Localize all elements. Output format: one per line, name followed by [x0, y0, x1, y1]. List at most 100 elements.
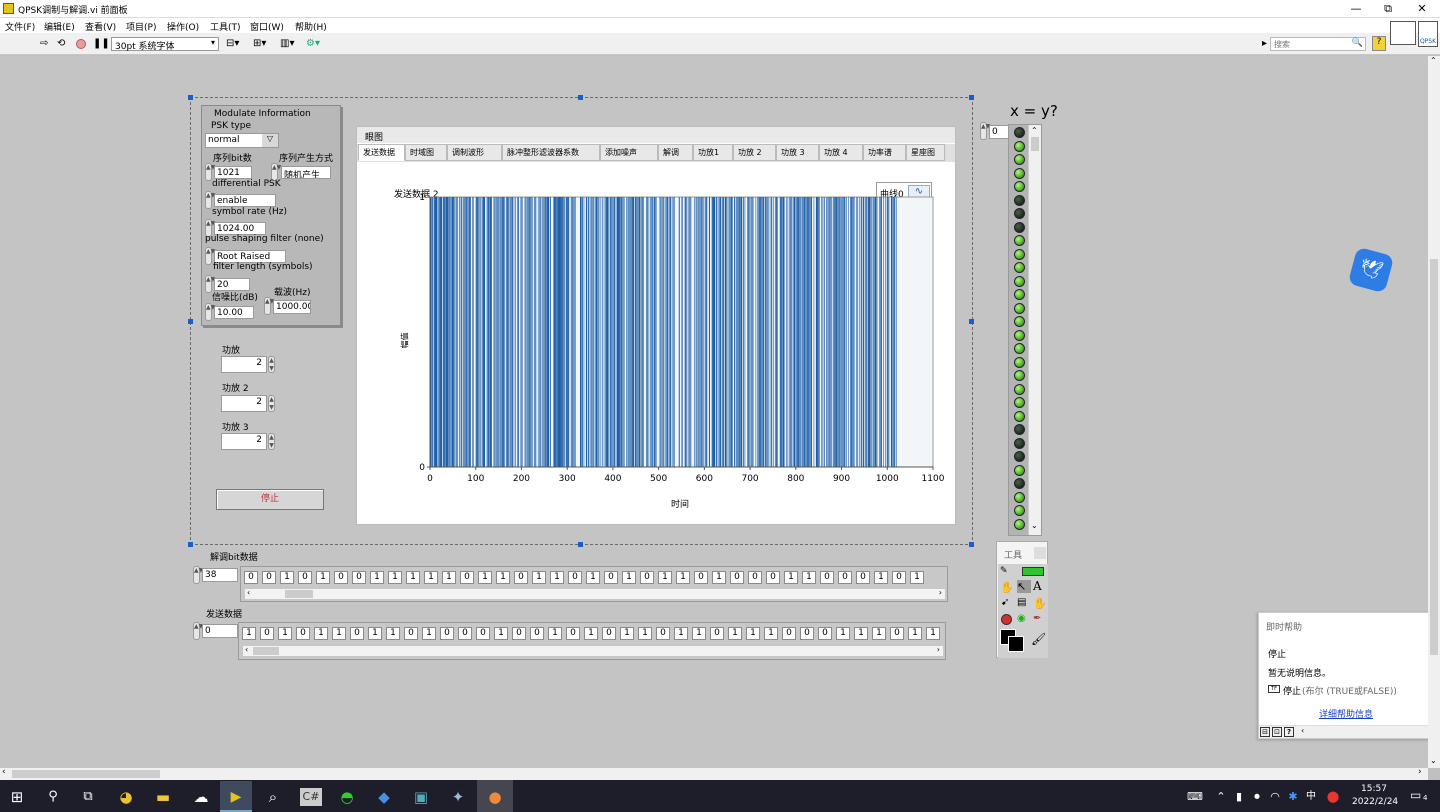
- array-cell[interactable]: 1: [442, 571, 456, 584]
- app-icon-cloud[interactable]: ☁: [190, 788, 212, 806]
- menu-view[interactable]: 查看(V): [85, 20, 116, 33]
- array-cell[interactable]: 1: [874, 571, 888, 584]
- keyboard-icon[interactable]: ⌨: [1184, 788, 1206, 806]
- array-cell[interactable]: 0: [782, 627, 796, 640]
- chevron-left-icon[interactable]: ‹: [2, 767, 6, 777]
- send-index-field[interactable]: 0: [202, 624, 238, 638]
- array-cell[interactable]: 0: [892, 571, 906, 584]
- photos-icon[interactable]: ▣: [410, 788, 432, 806]
- tab-8[interactable]: 功放 3: [776, 144, 819, 161]
- array-cell[interactable]: 0: [800, 627, 814, 640]
- diff-psk-stepper[interactable]: ▲▼: [205, 191, 215, 209]
- csharp-icon[interactable]: C#: [300, 788, 322, 806]
- distribute-objects-icon[interactable]: ⊞▾: [253, 38, 266, 50]
- search-icon[interactable]: ⚲: [42, 788, 64, 806]
- array-cell[interactable]: 1: [424, 571, 438, 584]
- detailed-help-icon[interactable]: ?: [1284, 727, 1294, 737]
- tab-3[interactable]: 脉冲整形滤波器系数: [502, 144, 600, 161]
- search-expand-icon[interactable]: ▸: [1262, 38, 1267, 50]
- array-cell[interactable]: 1: [370, 571, 384, 584]
- amp3-stepper[interactable]: ▲ ▼: [268, 433, 275, 450]
- array-cell[interactable]: 1: [854, 627, 868, 640]
- tab-1[interactable]: 时域图: [405, 144, 447, 161]
- run-arrow-icon[interactable]: ⇨: [40, 38, 48, 50]
- array-cell[interactable]: 1: [802, 571, 816, 584]
- palette-close-button[interactable]: [1034, 547, 1046, 559]
- array-cell[interactable]: 0: [766, 571, 780, 584]
- array-cell[interactable]: 1: [242, 627, 256, 640]
- menu-project[interactable]: 项目(P): [126, 20, 156, 33]
- selection-handle[interactable]: [188, 95, 193, 100]
- scroll-thumb[interactable]: [12, 770, 160, 778]
- amp2-stepper[interactable]: ▲ ▼: [268, 395, 275, 412]
- array-cell[interactable]: 1: [622, 571, 636, 584]
- chevron-up-icon[interactable]: ⌃: [1430, 56, 1437, 65]
- wiring-tool-icon[interactable]: ➹: [1001, 597, 1009, 608]
- seq-bits-field[interactable]: 1021: [214, 166, 252, 179]
- array-cell[interactable]: 0: [530, 627, 544, 640]
- array-cell[interactable]: 1: [388, 571, 402, 584]
- chevron-right-icon[interactable]: ›: [1418, 767, 1422, 777]
- array-cell[interactable]: 0: [262, 571, 276, 584]
- search-input[interactable]: 搜索 🔍: [1270, 37, 1366, 51]
- window-hscroll[interactable]: ‹ ›: [0, 767, 1428, 780]
- selection-handle[interactable]: [969, 95, 974, 100]
- app-icon-search[interactable]: ⌕: [262, 788, 284, 806]
- background-color-swatch[interactable]: [1008, 636, 1024, 652]
- selection-handle[interactable]: [578, 542, 583, 547]
- array-cell[interactable]: 1: [548, 627, 562, 640]
- connector-pane-icon[interactable]: [1390, 21, 1416, 45]
- amp3-field[interactable]: 2: [221, 433, 267, 450]
- reorder-icon[interactable]: ⚙▾: [306, 38, 320, 50]
- tab-10[interactable]: 功率谱: [863, 144, 906, 161]
- array-cell[interactable]: 1: [278, 627, 292, 640]
- array-cell[interactable]: 0: [730, 571, 744, 584]
- array-cell[interactable]: 1: [422, 627, 436, 640]
- array-cell[interactable]: 0: [640, 571, 654, 584]
- array-cell[interactable]: 0: [566, 627, 580, 640]
- floating-bird-icon[interactable]: 🕊: [1347, 246, 1395, 294]
- array-cell[interactable]: 1: [496, 571, 510, 584]
- help-icon[interactable]: ?: [1372, 36, 1386, 51]
- array-cell[interactable]: 0: [820, 571, 834, 584]
- probe-icon[interactable]: ◉: [1017, 613, 1026, 624]
- diff-psk-field[interactable]: enable: [214, 194, 276, 207]
- wechat-icon[interactable]: ◓: [336, 788, 358, 806]
- detailed-help-link[interactable]: 详细帮助信息: [1319, 707, 1373, 720]
- amp2-field[interactable]: 2: [221, 395, 267, 412]
- resize-objects-icon[interactable]: ▥▾: [280, 38, 294, 50]
- antivirus-icon[interactable]: ⬤: [1322, 788, 1344, 806]
- menu-edit[interactable]: 编辑(E): [44, 20, 75, 33]
- chevron-left-icon[interactable]: ‹: [247, 588, 250, 597]
- array-cell[interactable]: 0: [694, 571, 708, 584]
- array-cell[interactable]: 0: [514, 571, 528, 584]
- demod-index-field[interactable]: 38: [202, 568, 238, 582]
- array-cell[interactable]: 0: [458, 627, 472, 640]
- shortcut-menu-icon[interactable]: ▤: [1017, 597, 1026, 608]
- array-cell[interactable]: 1: [620, 627, 634, 640]
- task-view-icon[interactable]: ⧉: [77, 788, 99, 806]
- breakpoint-icon[interactable]: [1001, 614, 1012, 625]
- file-explorer-icon[interactable]: ▬: [152, 788, 174, 806]
- tab-6[interactable]: 功放1: [693, 144, 733, 161]
- selection-handle[interactable]: [188, 542, 193, 547]
- notification-icon[interactable]: ▭: [1410, 788, 1421, 802]
- array-cell[interactable]: 1: [676, 571, 690, 584]
- tab-7[interactable]: 功放 2: [733, 144, 776, 161]
- menu-help[interactable]: 帮助(H): [295, 20, 327, 33]
- amp1-stepper[interactable]: ▲ ▼: [268, 356, 275, 373]
- position-arrow-icon[interactable]: ↖: [1017, 580, 1031, 593]
- array-cell[interactable]: 0: [334, 571, 348, 584]
- tab-0[interactable]: 发送数据: [358, 144, 405, 161]
- pause-icon[interactable]: ❚❚: [93, 38, 110, 50]
- chevron-down-icon[interactable]: ⌄: [1430, 756, 1437, 765]
- tab-9[interactable]: 功放 4: [819, 144, 863, 161]
- chevron-left-icon[interactable]: ‹: [245, 645, 248, 654]
- send-hscroll[interactable]: ‹ ›: [242, 645, 944, 657]
- array-cell[interactable]: 1: [406, 571, 420, 584]
- align-objects-icon[interactable]: ⊟▾: [226, 38, 239, 50]
- array-cell[interactable]: 1: [368, 627, 382, 640]
- vi-icon[interactable]: QPSK: [1418, 21, 1438, 47]
- array-cell[interactable]: 0: [244, 571, 258, 584]
- array-cell[interactable]: 1: [638, 627, 652, 640]
